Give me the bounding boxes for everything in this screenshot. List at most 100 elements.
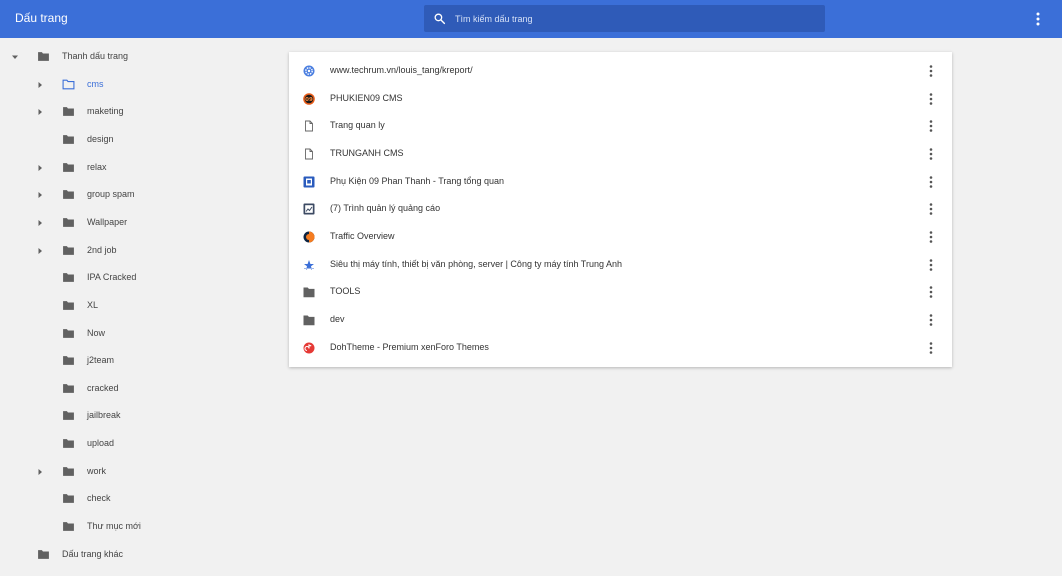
- folder-icon: [63, 273, 74, 283]
- similarweb-favicon-icon: [303, 231, 315, 243]
- phukien09-favicon-icon: 09: [303, 92, 315, 105]
- tree-item-folder[interactable]: Thư mục mới: [0, 513, 270, 541]
- tree-item-folder[interactable]: relax: [0, 154, 270, 182]
- tree-item-folder[interactable]: XL: [0, 292, 270, 320]
- bookmark-row[interactable]: Siêu thị máy tính, thiết bị văn phòng, s…: [289, 251, 952, 279]
- tree-item-folder[interactable]: work: [0, 458, 270, 486]
- folder-icon: [63, 356, 74, 365]
- folder-icon: [63, 301, 74, 310]
- bookmark-row[interactable]: Phụ Kiện 09 Phan Thanh - Trang tổng quan: [289, 168, 952, 196]
- tree-item-label: Thư mục mới: [87, 521, 141, 532]
- tree-root-bookmarks-bar[interactable]: Thanh dấu trang: [0, 43, 270, 71]
- search-icon: [434, 13, 446, 25]
- more-vert-icon[interactable]: [926, 285, 936, 299]
- caret-right-icon[interactable]: [36, 468, 44, 476]
- tree-item-folder[interactable]: check: [0, 485, 270, 513]
- search-input[interactable]: [455, 5, 815, 32]
- tree-item-label: upload: [87, 438, 115, 449]
- tree-item-folder[interactable]: 2nd job: [0, 237, 270, 265]
- tree-item-folder[interactable]: j2team: [0, 347, 270, 375]
- more-vert-icon[interactable]: [926, 119, 936, 133]
- tree-item-folder[interactable]: maketing: [0, 98, 270, 126]
- page-icon: [305, 148, 313, 160]
- tree-item-label: Now: [87, 327, 106, 338]
- bookmark-title: Traffic Overview: [330, 230, 395, 241]
- more-vert-icon[interactable]: [1031, 11, 1045, 27]
- tree-item-folder[interactable]: Wallpaper: [0, 209, 270, 237]
- more-vert-icon[interactable]: [926, 202, 936, 216]
- bookmark-title: TRUNGANH CMS: [330, 147, 404, 158]
- folder-icon: [63, 218, 74, 227]
- tree-item-label: IPA Cracked: [87, 272, 137, 283]
- folder-icon: [63, 135, 74, 144]
- tree-item-label: Wallpaper: [87, 216, 128, 227]
- folder-icon: [38, 549, 49, 559]
- top-bar: Dấu trang: [0, 0, 1062, 38]
- folder-icon: [63, 439, 74, 448]
- folder-icon: [63, 107, 74, 117]
- bookmark-title: TOOLS: [330, 286, 361, 297]
- caret-down-icon[interactable]: [11, 53, 19, 61]
- tree-item-folder[interactable]: IPA Cracked: [0, 264, 270, 292]
- more-vert-icon[interactable]: [926, 64, 936, 78]
- bookmark-title: dev: [330, 313, 345, 324]
- folder-icon: [38, 52, 49, 61]
- bookmark-title: PHUKIEN09 CMS: [330, 92, 403, 103]
- tree-item-folder[interactable]: Now: [0, 320, 270, 348]
- bookmark-row[interactable]: 09 PHUKIEN09 CMS: [289, 85, 952, 113]
- folder-icon: [63, 383, 74, 393]
- page-icon: [305, 120, 313, 132]
- tree-item-folder[interactable]: cms: [0, 71, 270, 99]
- tree-item-label: XL: [87, 299, 99, 310]
- caret-right-icon[interactable]: [36, 247, 44, 255]
- caret-right-icon[interactable]: [36, 191, 44, 199]
- bookmark-title: (7) Trình quản lý quảng cáo: [330, 203, 441, 214]
- bookmark-row[interactable]: DohTheme - Premium xenForo Themes: [289, 334, 952, 362]
- more-vert-icon[interactable]: [926, 341, 936, 355]
- more-vert-icon[interactable]: [926, 92, 936, 106]
- bookmark-row[interactable]: Traffic Overview: [289, 223, 952, 251]
- tree-item-label: check: [87, 493, 111, 504]
- wordpress-favicon-icon: [303, 176, 315, 188]
- bookmark-folder-row[interactable]: dev: [289, 306, 952, 334]
- bookmark-title: Phụ Kiện 09 Phan Thanh - Trang tổng quan: [330, 175, 504, 186]
- bookmark-folder-row[interactable]: TOOLS: [289, 278, 952, 306]
- bookmark-title: www.techrum.vn/louis_tang/kreport/: [330, 65, 473, 75]
- folder-icon: [303, 287, 315, 298]
- bookmark-row[interactable]: Trang quan ly: [289, 112, 952, 140]
- tree-item-label: jailbreak: [87, 410, 121, 421]
- bookmark-row[interactable]: (7) Trình quản lý quảng cáo: [289, 195, 952, 223]
- more-vert-icon[interactable]: [926, 230, 936, 244]
- tree-item-folder[interactable]: upload: [0, 430, 270, 458]
- bookmark-row[interactable]: www.techrum.vn/louis_tang/kreport/: [289, 57, 952, 85]
- tree-item-label: cracked: [87, 382, 119, 393]
- bookmark-row[interactable]: TRUNGANH CMS: [289, 140, 952, 168]
- search-box[interactable]: [424, 5, 825, 32]
- folder-icon: [63, 162, 74, 172]
- caret-right-icon[interactable]: [36, 219, 44, 227]
- tree-item-label: maketing: [87, 106, 124, 117]
- caret-right-icon[interactable]: [36, 81, 44, 89]
- folder-outline-icon: [62, 79, 75, 90]
- tree-item-label: cms: [87, 78, 104, 89]
- bookmark-title: DohTheme - Premium xenForo Themes: [330, 341, 489, 352]
- more-vert-icon[interactable]: [926, 258, 936, 272]
- tree-item-folder[interactable]: group spam: [0, 181, 270, 209]
- tree-item-label: j2team: [87, 355, 115, 366]
- dohtheme-favicon-icon: [303, 342, 315, 353]
- tree-item-other-bookmarks[interactable]: Dấu trang khác: [0, 541, 270, 569]
- more-vert-icon[interactable]: [926, 147, 936, 161]
- tree-item-folder[interactable]: jailbreak: [0, 402, 270, 430]
- tree-item-folder[interactable]: design: [0, 126, 270, 154]
- caret-right-icon[interactable]: [36, 108, 44, 116]
- ads-manager-favicon-icon: [303, 203, 315, 215]
- folder-icon: [63, 466, 74, 476]
- tree-item-folder[interactable]: cracked: [0, 375, 270, 403]
- more-vert-icon[interactable]: [926, 175, 936, 189]
- caret-right-icon[interactable]: [36, 164, 44, 172]
- more-vert-icon[interactable]: [926, 313, 936, 327]
- tree-item-label: Dấu trang khác: [62, 548, 124, 559]
- folder-icon: [63, 522, 74, 531]
- tree-item-label: Thanh dấu trang: [62, 51, 129, 61]
- svg-text:09: 09: [305, 97, 313, 103]
